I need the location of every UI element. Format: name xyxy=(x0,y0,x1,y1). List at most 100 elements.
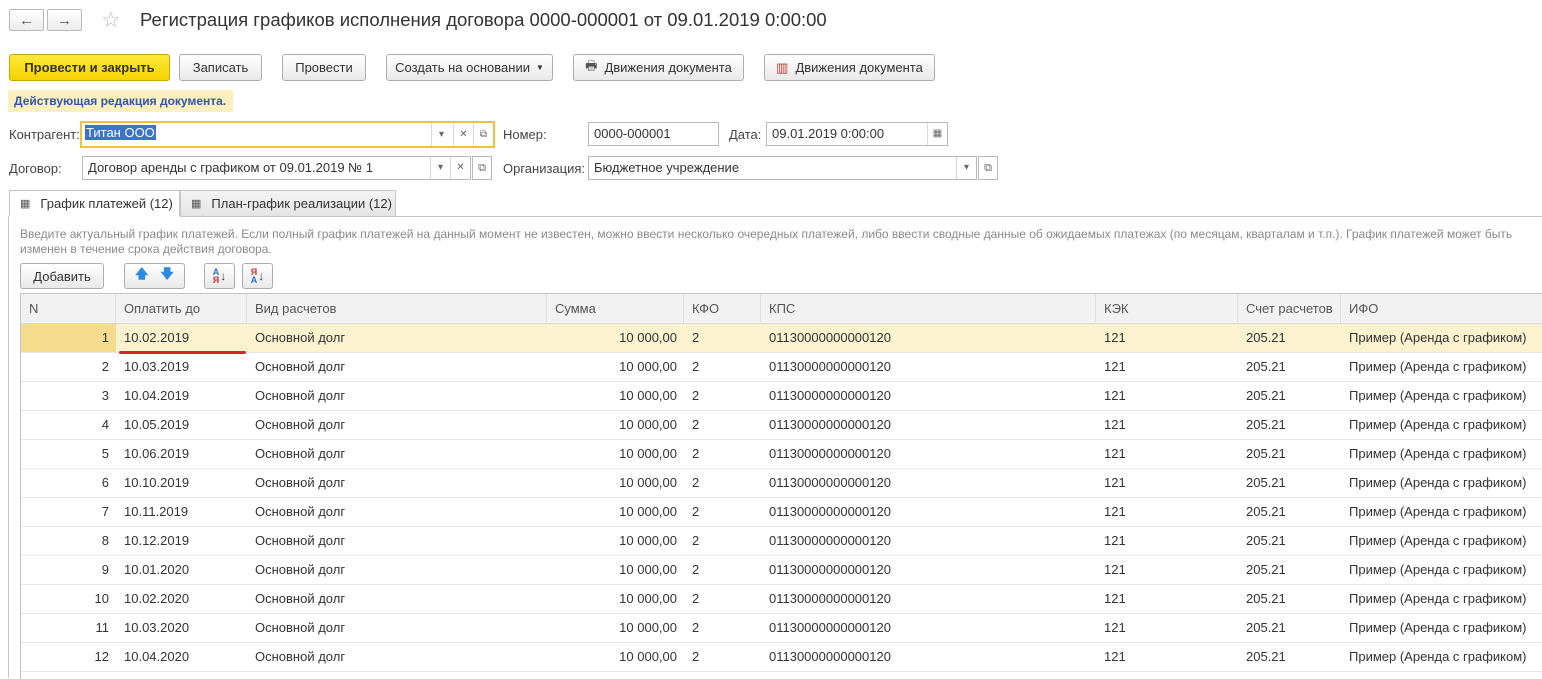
sort-ascending-button[interactable]: А Я ↓ xyxy=(204,263,235,289)
cell-account: 205.21 xyxy=(1246,475,1286,490)
contract-clear-icon[interactable]: ✕ xyxy=(450,157,470,179)
sort-descending-button[interactable]: Я А ↓ xyxy=(242,263,273,289)
table-header: N Оплатить до Вид расчетов Сумма КФО КПС… xyxy=(21,294,1542,324)
cell-kps: 01130000000000120 xyxy=(769,417,891,432)
cell-number: 11 xyxy=(95,620,110,635)
document-movements-label-2: Движения документа xyxy=(795,60,923,75)
cell-kek: 121 xyxy=(1104,446,1126,461)
document-movements-button-2[interactable]: ▥ Движения документа xyxy=(764,54,935,81)
table-row[interactable]: 11 10.03.2020 Основной долг 10 000,00 2 01130… xyxy=(21,614,1542,643)
cell-account: 205.21 xyxy=(1246,504,1286,519)
table-row[interactable]: 1 10.02.2019 Основной долг 10 000,00 2 011300… xyxy=(21,324,1542,353)
counterparty-label: Контрагент: xyxy=(9,127,80,142)
organization-field[interactable]: Бюджетное учреждение ▾ xyxy=(588,156,977,180)
contract-dropdown-icon[interactable]: ▾ xyxy=(430,157,450,179)
annotation-underline xyxy=(119,351,246,354)
date-label: Дата: xyxy=(729,127,762,142)
cell-amount: 10 000,00 xyxy=(619,330,677,345)
number-field[interactable]: 0000-000001 xyxy=(588,122,719,146)
cell-pay-by: 10.02.2020 xyxy=(124,591,190,606)
cell-kek: 121 xyxy=(1104,620,1126,635)
cell-ifo: Пример (Аренда с графиком) xyxy=(1349,562,1527,577)
cell-kek: 121 xyxy=(1104,330,1126,345)
cell-kps: 01130000000000120 xyxy=(769,475,891,490)
contract-value: Договор аренды с графиком от 09.01.2019 … xyxy=(88,160,373,175)
header-ifo[interactable]: ИФО xyxy=(1341,294,1542,324)
tab-implementation-plan[interactable]: ▦ План-график реализации (12) xyxy=(180,190,396,217)
cell-kps: 01130000000000120 xyxy=(769,533,891,548)
counterparty-clear-icon[interactable]: ✕ xyxy=(453,123,473,146)
move-down-icon[interactable]: 🡇 xyxy=(161,265,174,287)
organization-value: Бюджетное учреждение xyxy=(594,160,740,175)
header-account[interactable]: Счет расчетов xyxy=(1238,294,1341,324)
cell-account: 205.21 xyxy=(1246,417,1286,432)
cell-payment-type: Основной долг xyxy=(255,417,346,432)
cell-ifo: Пример (Аренда с графиком) xyxy=(1349,446,1527,461)
cell-payment-type: Основной долг xyxy=(255,533,346,548)
table-row[interactable]: 8 10.12.2019 Основной долг 10 000,00 2 011300… xyxy=(21,527,1542,556)
cell-kek: 121 xyxy=(1104,562,1126,577)
cell-pay-by: 10.12.2019 xyxy=(124,533,190,548)
add-row-button[interactable]: Добавить xyxy=(20,263,104,289)
header-kps[interactable]: КПС xyxy=(761,294,1096,324)
table-row[interactable]: 9 10.01.2020 Основной долг 10 000,00 2 011300… xyxy=(21,556,1542,585)
counterparty-field[interactable]: Титан ООО ▾ ✕ ⧉ xyxy=(80,121,495,148)
header-number[interactable]: N xyxy=(21,294,116,324)
cell-ifo: Пример (Аренда с графиком) xyxy=(1349,359,1527,374)
cell-kfo: 2 xyxy=(692,504,700,519)
header-amount[interactable]: Сумма xyxy=(547,294,684,324)
cell-number: 9 xyxy=(101,562,109,577)
cell-kps: 01130000000000120 xyxy=(769,446,891,461)
forward-button[interactable]: → xyxy=(47,9,82,31)
cell-amount: 10 000,00 xyxy=(619,475,677,490)
table-row[interactable]: 2 10.03.2019 Основной долг 10 000,00 2 011300… xyxy=(21,353,1542,382)
calendar-icon[interactable]: ▦ xyxy=(927,123,947,145)
cell-kps: 01130000000000120 xyxy=(769,504,891,519)
contract-label: Договор: xyxy=(9,161,62,176)
create-based-on-button[interactable]: Создать на основании ▼ xyxy=(386,54,553,81)
cell-kps: 01130000000000120 xyxy=(769,359,891,374)
tab-implementation-plan-label: План-график реализации (12) xyxy=(211,196,392,211)
post-and-close-button[interactable]: Провести и закрыть xyxy=(9,54,170,81)
organization-open-icon[interactable]: ⧉ xyxy=(978,156,998,180)
table-row[interactable]: 7 10.11.2019 Основной долг 10 000,00 2 011300… xyxy=(21,498,1542,527)
table-row[interactable]: 3 10.04.2019 Основной долг 10 000,00 2 011300… xyxy=(21,382,1542,411)
cell-payment-type: Основной долг xyxy=(255,504,346,519)
cell-kfo: 2 xyxy=(692,562,700,577)
cell-amount: 10 000,00 xyxy=(619,591,677,606)
favorite-star-icon[interactable]: ☆ xyxy=(101,7,121,33)
dropdown-arrow-icon: ▼ xyxy=(535,63,544,72)
table-row[interactable]: 10 10.02.2020 Основной долг 10 000,00 2 01130… xyxy=(21,585,1542,614)
cell-kek: 121 xyxy=(1104,591,1126,606)
save-button[interactable]: Записать xyxy=(179,54,262,81)
table-row[interactable]: 4 10.05.2019 Основной долг 10 000,00 2 011300… xyxy=(21,411,1542,440)
cell-account: 205.21 xyxy=(1246,591,1286,606)
cell-kps: 01130000000000120 xyxy=(769,562,891,577)
cell-number: 3 xyxy=(101,388,109,403)
back-button[interactable]: ← xyxy=(9,9,44,31)
sort-descending-icon: Я А ↓ xyxy=(250,267,265,285)
cell-number: 2 xyxy=(101,359,109,374)
cell-kfo: 2 xyxy=(692,446,700,461)
header-pay-by[interactable]: Оплатить до xyxy=(116,294,247,324)
tab-payment-schedule[interactable]: ▦ График платежей (12) xyxy=(9,190,180,217)
counterparty-open-icon[interactable]: ⧉ xyxy=(473,123,493,146)
cell-pay-by: 10.03.2019 xyxy=(124,359,190,374)
cell-kfo: 2 xyxy=(692,359,700,374)
cell-kek: 121 xyxy=(1104,417,1126,432)
table-row[interactable]: 5 10.06.2019 Основной долг 10 000,00 2 011300… xyxy=(21,440,1542,469)
cell-kek: 121 xyxy=(1104,649,1126,664)
organization-dropdown-icon[interactable]: ▾ xyxy=(956,157,976,179)
document-movements-button-1[interactable]: 🖶 Движения документа xyxy=(573,54,744,81)
counterparty-dropdown-icon[interactable]: ▾ xyxy=(431,123,451,146)
table-row[interactable]: 12 10.04.2020 Основной долг 10 000,00 2 01130… xyxy=(21,643,1542,672)
date-field[interactable]: 09.01.2019 0:00:00 ▦ xyxy=(766,122,948,146)
move-up-icon[interactable]: 🡅 xyxy=(135,265,148,287)
post-button[interactable]: Провести xyxy=(282,54,366,81)
contract-field[interactable]: Договор аренды с графиком от 09.01.2019 … xyxy=(82,156,471,180)
header-kfo[interactable]: КФО xyxy=(684,294,761,324)
header-kek[interactable]: КЭК xyxy=(1096,294,1238,324)
contract-open-icon[interactable]: ⧉ xyxy=(472,156,492,180)
table-row[interactable]: 6 10.10.2019 Основной долг 10 000,00 2 011300… xyxy=(21,469,1542,498)
header-payment-type[interactable]: Вид расчетов xyxy=(247,294,547,324)
